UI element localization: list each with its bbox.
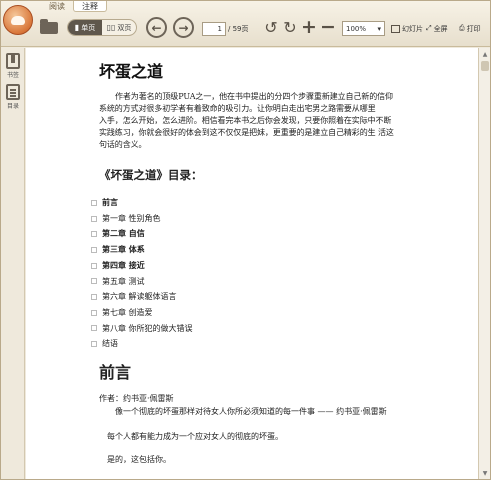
tab-annotate[interactable]: 注释	[73, 1, 107, 12]
section-title: 前言	[99, 363, 132, 383]
toc-heading: 《坏蛋之道》目录：	[99, 168, 203, 182]
epigraph-quote: 像一个彻底的坏蛋那样对待女人你所必须知道的每一件事 —— 约书亚·佩雷斯	[115, 407, 387, 417]
single-page-label: 单页	[81, 23, 96, 32]
toc-item[interactable]: 第六章 解读躯体语言	[91, 289, 399, 305]
tab-read[interactable]: 阅读	[41, 1, 73, 12]
double-page-label: 双页	[117, 23, 132, 32]
fullscreen-button[interactable]: ⤢ 全屏	[426, 21, 448, 36]
bookmark-icon	[6, 53, 20, 69]
toc-item[interactable]: 第二章 自信	[91, 226, 399, 242]
open-folder-button[interactable]	[39, 18, 59, 34]
author-line: 作者：约书亚·佩雷斯	[99, 394, 174, 404]
printer-icon: ⎙	[459, 24, 465, 32]
sidebar-bookmark-label: 书签	[6, 72, 19, 79]
slideshow-button[interactable]: 幻灯片	[391, 21, 423, 36]
minus-icon: −	[320, 16, 336, 38]
toc-item[interactable]: 前言	[91, 195, 399, 211]
toc-icon	[6, 84, 20, 100]
sidebar-toc-label: 目录	[6, 103, 19, 110]
prev-page-button[interactable]: ←	[146, 17, 167, 38]
print-button[interactable]: ⎙ 打印	[459, 21, 481, 36]
sidebar-item-bookmarks[interactable]: 书签	[3, 53, 23, 79]
double-page-button[interactable]: ▯▯ 双页	[102, 20, 136, 35]
view-mode-toggle: ▮ 单页 ▯▯ 双页	[67, 19, 137, 36]
intro-paragraph: 作者为著名的顶级PUA之一，他在书中提出的分四个步骤重新建立自己新的信仰系统的方…	[99, 92, 393, 113]
toc-item[interactable]: 第五章 测试	[91, 274, 399, 290]
rotate-right-button[interactable]: ↻	[281, 17, 299, 37]
scroll-up-icon[interactable]: ▲	[481, 50, 489, 58]
toolbar: 阅读 注释 ▮ 单页 ▯▯ 双页 ← → 1 / 59页 ↺ ↻ + − 100…	[1, 1, 490, 47]
body-paragraph: 每个人都有能力成为一个应对女人的彻底的坏蛋。	[107, 432, 283, 442]
toc-list: 前言 第一章 性别角色 第二章 自信 第三章 体系 第四章 接近 第五章 测试 …	[91, 195, 399, 352]
rotate-left-icon: ↺	[264, 17, 278, 37]
vertical-scrollbar[interactable]: ▲ ▼	[478, 48, 490, 479]
single-page-icon: ▮	[74, 23, 80, 32]
scroll-thumb[interactable]	[481, 61, 489, 71]
zoom-select[interactable]: 100% ▾	[342, 21, 385, 36]
app-logo-icon[interactable]	[3, 5, 33, 35]
page-number-input[interactable]: 1	[202, 22, 226, 36]
fullscreen-icon: ⤢	[426, 24, 432, 32]
arrow-left-icon: ←	[151, 20, 162, 35]
zoom-value: 100%	[346, 24, 367, 33]
single-page-button[interactable]: ▮ 单页	[68, 20, 102, 35]
rotate-right-icon: ↻	[283, 17, 297, 37]
double-page-icon: ▯▯	[106, 23, 116, 32]
next-page-button[interactable]: →	[173, 17, 194, 38]
chevron-down-icon: ▾	[377, 24, 381, 33]
rotate-left-button[interactable]: ↺	[262, 17, 280, 37]
print-label: 打印	[466, 24, 481, 33]
plus-icon: +	[301, 16, 317, 38]
toc-item[interactable]: 第三章 体系	[91, 242, 399, 258]
fullscreen-label: 全屏	[433, 24, 448, 33]
sidebar-item-toc[interactable]: 目录	[3, 84, 23, 110]
body-paragraph: 是的，这包括你。	[107, 455, 171, 465]
reader-window: 阅读 注释 ▮ 单页 ▯▯ 双页 ← → 1 / 59页 ↺ ↻ + − 100…	[0, 0, 491, 480]
intro-paragraph-continued: 入手，怎么开始，怎么进阶。相信看完本书之后你会发现，只要你照着在实际中不断实践练…	[99, 116, 394, 149]
document-title: 坏蛋之道	[99, 62, 164, 81]
document-page[interactable]: 坏蛋之道 作者为著名的顶级PUA之一，他在书中提出的分四个步骤重新建立自己新的信…	[26, 48, 478, 479]
slideshow-label: 幻灯片	[402, 24, 423, 33]
page-content: 坏蛋之道 作者为著名的顶级PUA之一，他在书中提出的分四个步骤重新建立自己新的信…	[99, 58, 399, 477]
arrow-right-icon: →	[178, 20, 189, 35]
mode-tabs: 阅读 注释	[41, 1, 107, 12]
zoom-out-button[interactable]: −	[320, 16, 336, 38]
slideshow-icon	[391, 24, 400, 33]
toc-item[interactable]: 第七章 创造爱	[91, 305, 399, 321]
zoom-in-button[interactable]: +	[301, 16, 317, 38]
toc-item[interactable]: 第八章 你所犯的做大错误	[91, 321, 399, 337]
toc-item[interactable]: 第一章 性别角色	[91, 211, 399, 227]
folder-icon	[40, 18, 58, 34]
page-total: / 59页	[228, 25, 249, 33]
toc-item[interactable]: 第四章 接近	[91, 258, 399, 274]
scroll-down-icon[interactable]: ▼	[481, 469, 489, 477]
left-sidebar: 书签 目录	[1, 48, 25, 479]
toc-item[interactable]: 结语	[91, 336, 399, 352]
